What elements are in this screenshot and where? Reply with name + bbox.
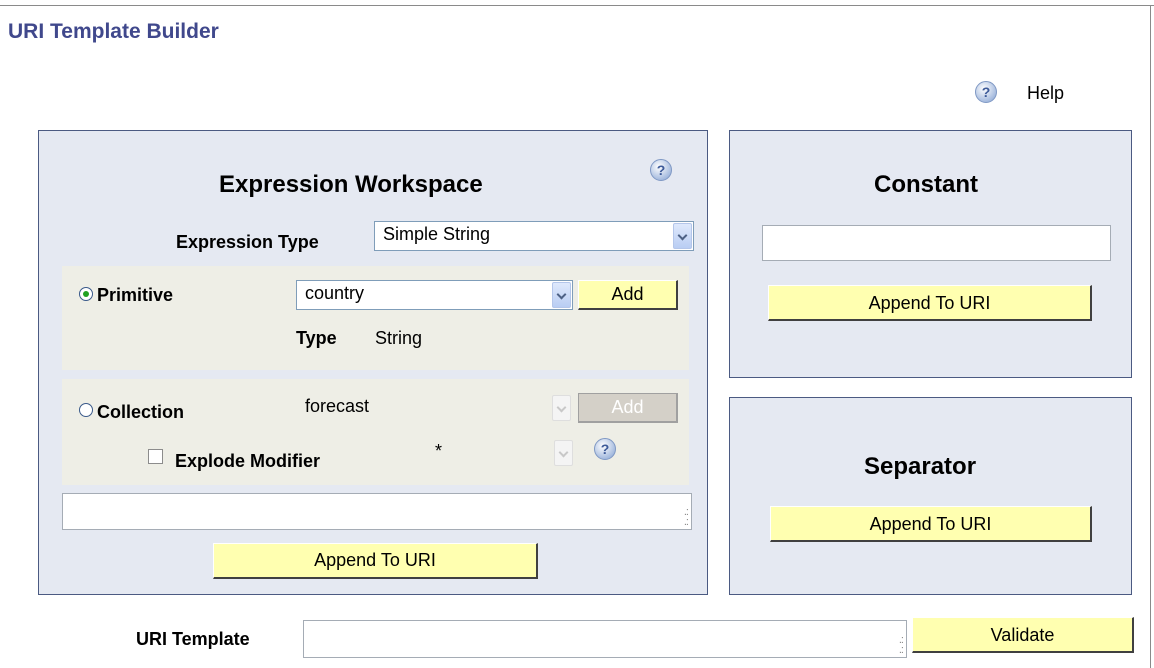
resize-grip-icon[interactable]: .:.: bbox=[899, 635, 904, 656]
constant-title: Constant bbox=[874, 171, 978, 198]
chevron-down-icon[interactable] bbox=[673, 223, 692, 249]
workspace-append-button[interactable]: Append To URI bbox=[213, 543, 538, 579]
collection-label: Collection bbox=[97, 402, 185, 422]
primitive-select[interactable]: country bbox=[296, 280, 573, 310]
type-label: Type bbox=[296, 328, 337, 348]
explode-modifier-value: * bbox=[435, 441, 443, 461]
primitive-section: Primitive country Add Type String bbox=[62, 266, 689, 370]
constant-append-button[interactable]: Append To URI bbox=[768, 285, 1092, 321]
validate-button[interactable]: Validate bbox=[912, 617, 1134, 653]
page-title: URI Template Builder bbox=[8, 20, 219, 43]
constant-panel: Constant Append To URI bbox=[729, 130, 1132, 378]
svg-text:?: ? bbox=[982, 84, 991, 100]
chevron-down-icon[interactable] bbox=[552, 395, 571, 421]
collection-section: Collection forecast Add Explode Modifier… bbox=[62, 379, 689, 485]
expression-type-label: Expression Type bbox=[176, 232, 319, 252]
workspace-title: Expression Workspace bbox=[219, 171, 483, 198]
explode-help-icon[interactable]: ? bbox=[593, 437, 617, 461]
primitive-radio[interactable] bbox=[79, 287, 93, 301]
collection-radio[interactable] bbox=[79, 403, 93, 417]
svg-text:?: ? bbox=[601, 441, 610, 457]
chevron-down-icon[interactable] bbox=[554, 440, 573, 466]
constant-input[interactable] bbox=[762, 225, 1111, 261]
primitive-add-button[interactable]: Add bbox=[578, 280, 678, 310]
svg-text:?: ? bbox=[657, 162, 666, 178]
window-top-border bbox=[0, 5, 1154, 6]
primitive-value: country bbox=[305, 283, 365, 303]
collection-add-button[interactable]: Add bbox=[578, 393, 678, 423]
collection-select[interactable]: forecast bbox=[296, 393, 573, 423]
expression-workspace-panel: Expression Workspace ? Expression Type S… bbox=[38, 130, 708, 595]
separator-panel: Separator Append To URI bbox=[729, 397, 1132, 595]
resize-grip-icon[interactable]: .:.: bbox=[684, 507, 689, 528]
help-link[interactable]: Help bbox=[1027, 83, 1064, 104]
explode-modifier-select[interactable]: * bbox=[426, 438, 575, 468]
help-icon[interactable]: ? bbox=[974, 80, 998, 104]
expression-type-select[interactable]: Simple String bbox=[374, 221, 694, 251]
uri-template-label: URI Template bbox=[136, 629, 250, 649]
chevron-down-icon[interactable] bbox=[552, 282, 571, 308]
separator-append-button[interactable]: Append To URI bbox=[770, 506, 1092, 542]
type-value: String bbox=[375, 328, 423, 348]
workspace-help-icon[interactable]: ? bbox=[649, 158, 673, 182]
explode-modifier-label: Explode Modifier bbox=[175, 451, 321, 471]
uri-template-input[interactable]: .:.: bbox=[303, 620, 907, 658]
collection-value: forecast bbox=[305, 396, 370, 416]
expression-type-value: Simple String bbox=[383, 224, 491, 244]
explode-modifier-checkbox[interactable] bbox=[148, 449, 163, 464]
primitive-label: Primitive bbox=[97, 285, 174, 305]
window-right-border bbox=[1150, 5, 1151, 668]
expression-textarea[interactable]: .:.: bbox=[62, 493, 692, 530]
separator-title: Separator bbox=[864, 453, 977, 480]
